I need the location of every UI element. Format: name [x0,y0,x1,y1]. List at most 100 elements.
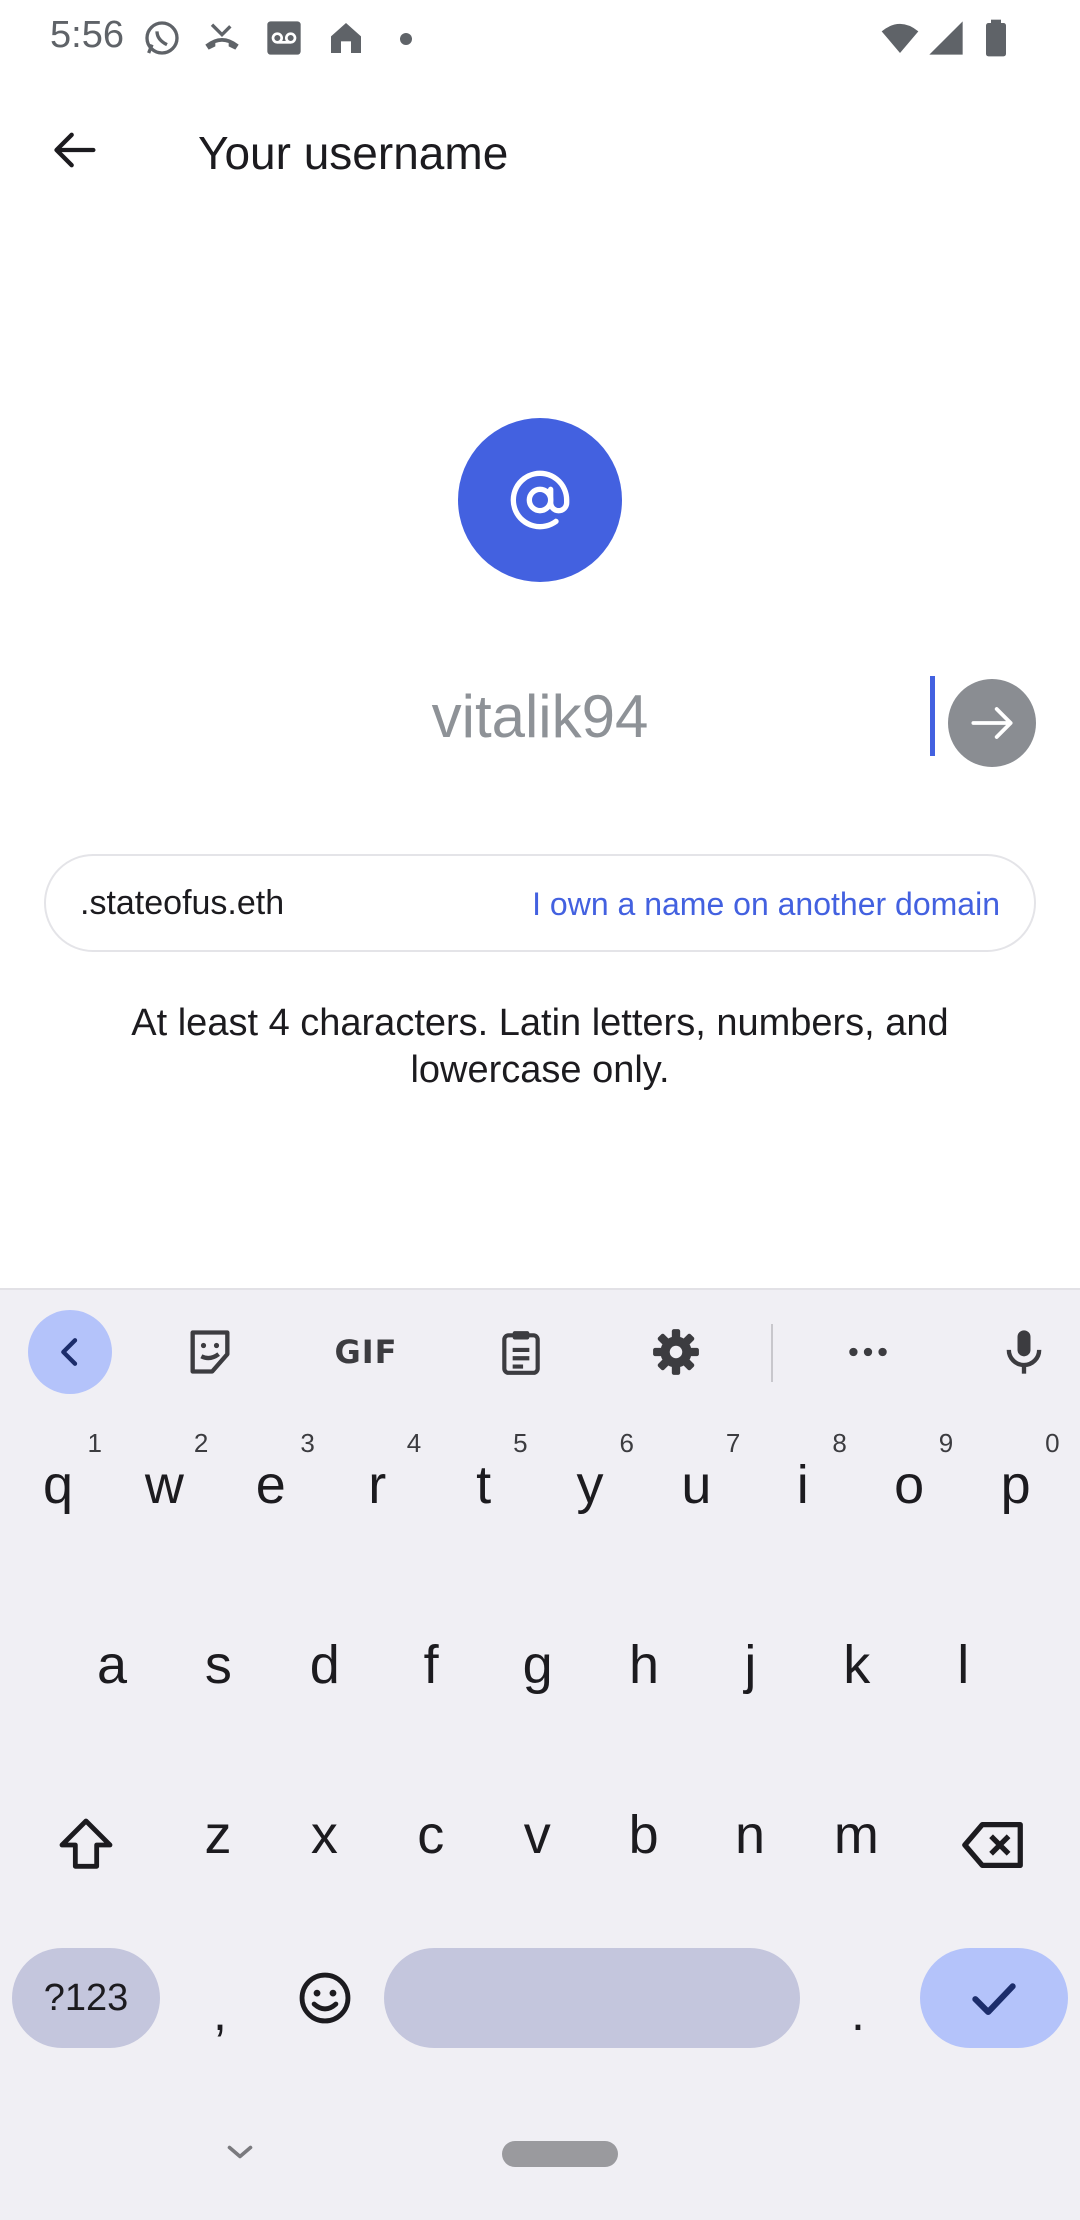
key-s[interactable]: s [168,1600,268,1730]
sticker-icon [190,1330,230,1374]
signal-icon [929,21,963,55]
app-bar: Your username [0,76,1080,236]
key-n[interactable]: n [700,1770,800,1900]
key-u[interactable]: u7 [646,1420,746,1550]
gif-label: GIF [334,1333,398,1371]
key-r[interactable]: r4 [327,1420,427,1550]
key-p[interactable]: p0 [966,1420,1066,1550]
key-m[interactable]: m [806,1770,906,1900]
keyboard-toolbar: GIF [0,1290,1080,1414]
backspace-key[interactable] [942,1780,1046,1910]
key-label: o [894,1455,925,1515]
key-label: z [204,1805,232,1865]
whatsapp-icon [145,21,179,55]
key-number-hint: 1 [87,1428,102,1458]
key-f[interactable]: f [381,1600,481,1730]
status-bar: 5:56 [0,0,1080,76]
backspace-icon [962,1821,1023,1869]
period-key-label: . [851,1985,865,2041]
key-v[interactable]: v [487,1770,587,1900]
key-label: m [833,1805,879,1865]
key-i[interactable]: i8 [753,1420,853,1550]
key-e[interactable]: e3 [221,1420,321,1550]
key-j[interactable]: j [700,1600,800,1730]
key-label: r [368,1455,387,1515]
key-label: v [523,1805,551,1865]
key-label: h [628,1635,660,1695]
key-z[interactable]: z [168,1770,268,1900]
voice-input-button[interactable] [982,1310,1066,1394]
back-button[interactable] [36,110,116,190]
key-h[interactable]: h [594,1600,694,1730]
continue-button[interactable] [948,679,1036,767]
done-key[interactable] [920,1948,1068,2048]
arrow-left-icon [54,132,96,168]
chevron-down-icon [227,2145,253,2159]
arrow-right-icon [971,707,1013,739]
emoji-key[interactable] [280,1948,370,2048]
home-icon [331,23,361,53]
key-label: n [734,1805,766,1865]
chevron-left-icon [61,1338,78,1366]
key-label: y [576,1455,604,1515]
voicemail-icon [267,21,301,55]
shift-arrow-icon [59,1818,113,1869]
key-a[interactable]: a [62,1600,162,1730]
more-options-button[interactable] [826,1310,910,1394]
key-number-hint: 7 [725,1428,741,1458]
key-x[interactable]: x [274,1770,374,1900]
key-q[interactable]: q1 [8,1420,108,1550]
notification-dot-icon [400,33,412,45]
key-label: i [796,1455,809,1515]
text-cursor [930,676,935,756]
key-y[interactable]: y6 [540,1420,640,1550]
period-key[interactable]: . [818,1940,898,2056]
status-time: 5:56 [50,14,124,56]
other-domain-link[interactable]: I own a name on another domain [532,886,1000,923]
key-k[interactable]: k [807,1600,907,1730]
key-d[interactable]: d [275,1600,375,1730]
key-label: l [957,1635,970,1695]
settings-button[interactable] [634,1310,718,1394]
key-l[interactable]: l [913,1600,1013,1730]
key-c[interactable]: c [381,1770,481,1900]
key-label: x [310,1805,338,1865]
microphone-icon [1006,1330,1042,1374]
hide-keyboard-button[interactable] [220,2132,260,2172]
key-w[interactable]: w2 [114,1420,214,1550]
shift-key[interactable] [34,1780,138,1910]
key-label: g [522,1635,553,1695]
clipboard-button[interactable] [479,1310,563,1394]
comma-key[interactable]: , [180,1940,260,2056]
domain-suffix: .stateofus.eth [80,884,285,922]
collapse-toolbar-button[interactable] [28,1310,112,1394]
gear-icon [653,1329,699,1375]
key-t[interactable]: t5 [434,1420,534,1550]
key-b[interactable]: b [594,1770,694,1900]
gesture-nav-handle[interactable] [502,2141,618,2167]
key-number-hint: 6 [619,1428,634,1458]
key-label: q [42,1455,74,1515]
battery-icon [986,19,1006,57]
gif-button[interactable]: GIF [324,1310,408,1394]
username-input[interactable] [240,668,840,764]
key-o[interactable]: o9 [859,1420,959,1550]
key-number-hint: 9 [938,1428,954,1458]
smiley-icon [299,1972,351,2024]
key-label: t [476,1455,492,1515]
key-label: e [255,1455,286,1515]
key-g[interactable]: g [488,1600,588,1730]
wifi-icon [881,23,919,53]
toolbar-divider [771,1324,773,1382]
key-label: b [628,1805,659,1865]
sticker-button[interactable] [168,1310,252,1394]
more-horizontal-icon [849,1347,887,1357]
symbols-key[interactable]: ?123 [12,1948,160,2048]
comma-key-label: , [213,1985,227,2041]
key-number-hint: 4 [406,1428,422,1458]
space-key[interactable] [384,1948,800,2048]
key-label: c [417,1805,445,1865]
key-number-hint: 2 [193,1428,209,1458]
at-sign-icon [510,470,570,530]
key-number-hint: 5 [513,1428,528,1458]
